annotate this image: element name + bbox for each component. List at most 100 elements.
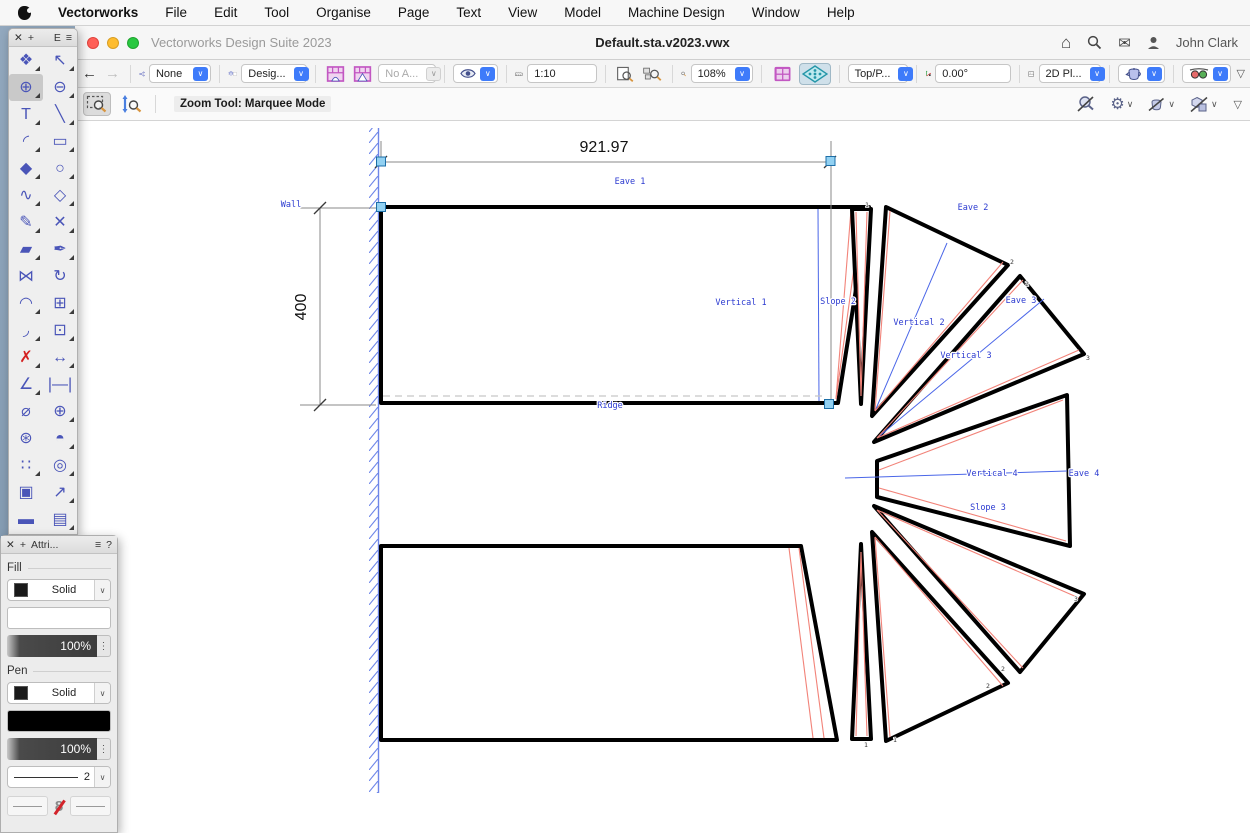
tool-linear-dimension[interactable]: |—| — [43, 371, 77, 398]
tool-tape-measure[interactable]: ↔ — [43, 344, 77, 371]
wall-style-icon[interactable] — [324, 63, 347, 85]
minimize-window-button[interactable] — [107, 37, 119, 49]
line-weight-dropdown[interactable]: 2 ∨ — [7, 766, 111, 788]
layers-icon[interactable] — [228, 65, 237, 82]
tool-move-by-points[interactable]: ↗ — [43, 479, 77, 506]
tool-zoom-out[interactable]: ⊖ — [43, 74, 77, 101]
chevron-down-icon[interactable]: ∨ — [1147, 67, 1162, 81]
class-dropdown[interactable]: None ∨ — [149, 64, 211, 83]
fill-style-dropdown[interactable]: Solid ∨ — [7, 579, 111, 601]
tool-polyline[interactable]: ∿ — [9, 182, 43, 209]
chevron-down-icon[interactable]: ∨ — [94, 767, 110, 787]
stereo-view-dropdown[interactable]: ∨ — [1182, 64, 1231, 83]
toolbar-disclosure-icon[interactable]: ▽ — [1237, 67, 1245, 80]
chevron-down-icon[interactable]: ∨ — [480, 67, 495, 81]
search-icon[interactable] — [1087, 35, 1102, 50]
tool-eyedropper[interactable]: ✒ — [43, 236, 77, 263]
layer-options-icon[interactable] — [770, 63, 795, 85]
close-window-button[interactable] — [87, 37, 99, 49]
zoom-dropdown[interactable]: 108% ∨ — [691, 64, 753, 83]
chevron-down-icon[interactable]: ∨ — [294, 67, 309, 81]
menu-item-8[interactable]: Model — [564, 5, 601, 20]
tool-arc[interactable]: ◜ — [9, 128, 43, 155]
chevron-down-icon[interactable]: ∨ — [1090, 67, 1105, 81]
pen-opacity-control[interactable]: 100% ⋮ — [7, 738, 111, 760]
tool-symbol[interactable]: ⊛ — [9, 425, 43, 452]
fill-color-well[interactable] — [7, 607, 111, 629]
pen-opacity-value[interactable]: 100% — [7, 738, 97, 760]
tool-reshape[interactable]: ◇ — [43, 182, 77, 209]
tool-rectangle[interactable]: ▭ — [43, 128, 77, 155]
mail-icon[interactable]: ✉ — [1118, 34, 1131, 52]
chevron-down-icon[interactable]: ∨ — [193, 67, 208, 81]
tool-delete[interactable]: ✗ — [9, 344, 43, 371]
start-marker-button[interactable] — [7, 796, 48, 816]
menu-item-2[interactable]: Edit — [214, 5, 237, 20]
tool-angle-dimension[interactable]: ∠ — [9, 371, 43, 398]
class-options-menu[interactable]: ∨ — [1189, 96, 1218, 113]
chevron-down-icon[interactable]: ∨ — [898, 67, 913, 81]
render-mode-dropdown[interactable]: ∨ — [1118, 64, 1165, 83]
plane-dropdown[interactable]: 2D Pl... ∨ — [1039, 64, 1101, 83]
tool-clip[interactable]: ▣ — [9, 479, 43, 506]
close-icon[interactable]: ✕ — [14, 32, 23, 44]
wall-component-icon[interactable] — [351, 63, 374, 85]
no-marker-icon[interactable]: 8 — [52, 798, 66, 815]
tool-flyover[interactable]: ❖ — [9, 47, 43, 74]
panel-vertical-1[interactable] — [381, 207, 869, 403]
no-snap-icon[interactable] — [1076, 95, 1096, 113]
modebar-disclosure-icon[interactable]: ▽ — [1234, 98, 1242, 111]
scale-input[interactable]: 1:10 — [527, 64, 597, 83]
marquee-zoom-mode-button[interactable] — [83, 92, 111, 116]
saved-views-icon[interactable] — [139, 66, 145, 82]
tool-extrude[interactable]: ⊡ — [43, 317, 77, 344]
menu-item-9[interactable]: Machine Design — [628, 5, 725, 20]
menu-item-10[interactable]: Window — [752, 5, 800, 20]
tool-zoom-in[interactable]: ⊕ — [9, 74, 43, 101]
tool-offset[interactable]: ⊞ — [43, 290, 77, 317]
chevron-down-icon[interactable]: ∨ — [94, 683, 110, 703]
tool-slab[interactable]: ▬ — [9, 506, 43, 533]
tool-paste[interactable]: ▤ — [43, 506, 77, 533]
pen-color-well[interactable] — [7, 710, 111, 732]
fit-objects-icon[interactable] — [640, 63, 664, 85]
menu-item-1[interactable]: File — [165, 5, 187, 20]
pan-zoom-mode-button[interactable] — [117, 92, 145, 116]
chevron-down-icon[interactable]: ∨ — [1213, 67, 1228, 81]
close-icon[interactable]: ✕ — [6, 539, 15, 551]
back-button[interactable]: ← — [80, 66, 99, 81]
help-icon[interactable]: ? — [106, 539, 112, 551]
apple-menu-icon[interactable] — [18, 6, 31, 20]
tool-center-mark[interactable]: ⊕ — [43, 398, 77, 425]
menu-item-0[interactable]: Vectorworks — [58, 5, 138, 20]
chevron-down-icon[interactable]: ∨ — [94, 580, 110, 600]
wall-hatch-line[interactable] — [369, 128, 379, 793]
fit-page-icon[interactable] — [614, 63, 636, 85]
menu-item-6[interactable]: Text — [456, 5, 481, 20]
active-symbol-dropdown[interactable]: No A... ∨ — [378, 64, 436, 83]
settings-menu[interactable]: ⚙∨ — [1110, 94, 1133, 114]
dock-icon[interactable]: E — [54, 32, 61, 44]
forward-button[interactable]: → — [103, 66, 122, 81]
tool-freehand[interactable]: ✎ — [9, 209, 43, 236]
tool-fillet-edge[interactable]: ◞ — [9, 317, 43, 344]
fill-opacity-grip-icon[interactable]: ⋮ — [97, 635, 111, 657]
tool-circle[interactable]: ○ — [43, 155, 77, 182]
tool-selection[interactable]: ↖ — [43, 47, 77, 74]
fill-opacity-value[interactable]: 100% — [7, 635, 97, 657]
render-options-menu[interactable]: ∨ — [1147, 97, 1175, 112]
menu-item-3[interactable]: Tool — [264, 5, 289, 20]
visibility-dropdown[interactable]: ∨ — [453, 64, 498, 83]
panel-vertical-1-lower[interactable] — [381, 546, 837, 740]
zoom-window-button[interactable] — [127, 37, 139, 49]
pen-style-dropdown[interactable]: Solid ∨ — [7, 682, 111, 704]
menu-item-7[interactable]: View — [508, 5, 537, 20]
add-icon[interactable]: + — [28, 32, 34, 44]
rotation-input[interactable]: 0.00° — [935, 64, 1011, 83]
tool-text[interactable]: T — [9, 101, 43, 128]
fill-opacity-control[interactable]: 100% ⋮ — [7, 635, 111, 657]
page-setup-icon[interactable] — [1028, 65, 1034, 83]
menu-item-4[interactable]: Organise — [316, 5, 371, 20]
menu-item-5[interactable]: Page — [398, 5, 430, 20]
tool-protractor[interactable]: ◓ — [43, 425, 77, 452]
